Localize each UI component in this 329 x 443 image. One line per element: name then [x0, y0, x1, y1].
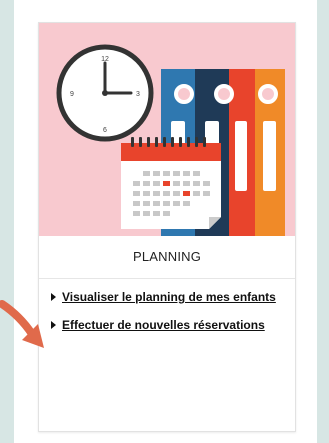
card-title: PLANNING	[39, 236, 295, 279]
clock-number-3: 3	[136, 91, 140, 98]
card-links: Visualiser le planning de mes enfants Ef…	[51, 289, 281, 345]
clock-number-6: 6	[103, 127, 107, 134]
planning-illustration-icon: 12 3 6 9	[39, 23, 295, 236]
planning-card: 12 3 6 9 PLANNING Visualiser le planning…	[38, 22, 296, 432]
clock-number-12: 12	[101, 56, 109, 63]
clock-icon: 12 3 6 9	[56, 44, 154, 142]
arrow-icon	[0, 300, 44, 348]
link-item-visualiser: Visualiser le planning de mes enfants	[51, 289, 281, 305]
calendar-icon	[121, 137, 221, 229]
clock-number-9: 9	[70, 91, 74, 98]
link-item-reservations: Effectuer de nouvelles réservations	[51, 317, 281, 333]
page-panel: 12 3 6 9 PLANNING Visualiser le planning…	[14, 0, 317, 443]
visualiser-planning-link[interactable]: Visualiser le planning de mes enfants	[62, 290, 276, 304]
nouvelles-reservations-link[interactable]: Effectuer de nouvelles réservations	[62, 318, 265, 332]
